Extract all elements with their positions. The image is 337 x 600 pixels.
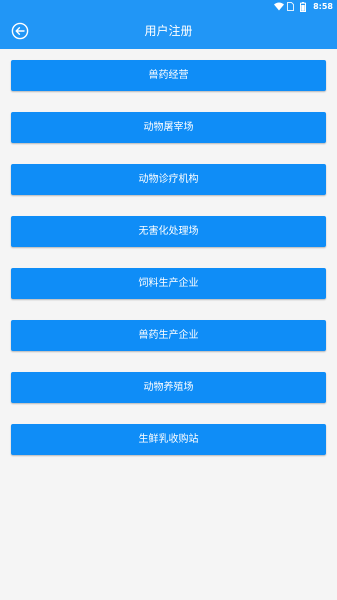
status-time: 8:58 — [313, 2, 333, 11]
battery-icon — [300, 2, 310, 12]
sim-icon — [287, 2, 297, 11]
veterinary-drug-manufacturer-button[interactable]: 兽药生产企业 — [11, 320, 326, 351]
status-bar-right: 8:58 — [274, 0, 333, 13]
status-bar: 8:58 — [0, 0, 337, 13]
animal-farm-button[interactable]: 动物养殖场 — [11, 372, 326, 403]
harmless-treatment-plant-button[interactable]: 无害化处理场 — [11, 216, 326, 247]
fresh-milk-station-button[interactable]: 生鲜乳收购站 — [11, 424, 326, 455]
registration-type-list: 兽药经营 动物屠宰场 动物诊疗机构 无害化处理场 饲料生产企业 兽药生产企业 动… — [11, 60, 326, 476]
animal-clinic-button[interactable]: 动物诊疗机构 — [11, 164, 326, 195]
app-header: 8:58 用户注册 — [0, 0, 337, 49]
feed-manufacturer-button[interactable]: 饲料生产企业 — [11, 268, 326, 299]
wifi-icon — [274, 2, 285, 11]
page-title: 用户注册 — [144, 24, 193, 38]
slaughterhouse-button[interactable]: 动物屠宰场 — [11, 112, 326, 143]
veterinary-drug-business-button[interactable]: 兽药经营 — [11, 60, 326, 91]
